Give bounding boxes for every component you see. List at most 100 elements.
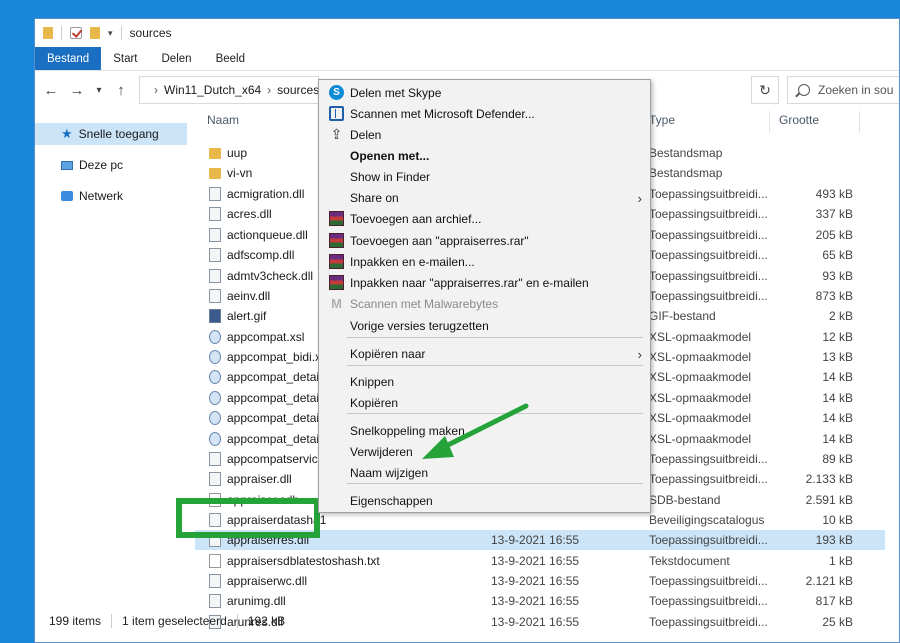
properties-quick-access-icon[interactable]: [70, 27, 82, 39]
dll-file-icon: [209, 452, 221, 466]
menu-separator: [347, 413, 643, 414]
menu-separator: [347, 337, 643, 338]
breadcrumb-separator-icon: ›: [267, 83, 272, 97]
menu-item-delen[interactable]: ⇪ Delen: [319, 124, 650, 145]
file-type: XSL-opmaakmodel: [649, 411, 752, 425]
nav-item-label: Snelle toegang: [78, 127, 159, 141]
file-name: appcompat_detail: [227, 411, 322, 425]
column-header-name[interactable]: Naam: [207, 109, 239, 131]
file-type: Toepassingsuitbreidi...: [649, 207, 768, 221]
forward-arrow-icon[interactable]: →: [67, 82, 87, 99]
address-field[interactable]: › Win11_Dutch_x64 › sources: [139, 76, 319, 104]
file-size: 89 kB: [822, 452, 853, 466]
file-size: 14 kB: [822, 391, 853, 405]
annotation-highlight-box: [176, 498, 320, 538]
chevron-right-icon: ›: [637, 191, 642, 206]
dll-file-icon: [209, 269, 221, 283]
menu-item-vorige-versies-terugzetten[interactable]: Vorige versies terugzetten: [319, 315, 650, 336]
file-type: Tekstdocument: [649, 554, 730, 568]
malwarebytes-icon: M: [331, 296, 342, 311]
file-type: Toepassingsuitbreidi...: [649, 289, 768, 303]
menu-item-label: Knippen: [350, 374, 395, 389]
file-date: 13-9-2021 16:55: [491, 594, 580, 608]
file-row[interactable]: appraiserwc.dll 13-9-2021 16:55 Toepassing…: [195, 571, 885, 591]
xsl-file-icon: [209, 432, 221, 446]
dll-file-icon: [209, 207, 221, 221]
file-type: XSL-opmaakmodel: [649, 391, 752, 405]
file-date: 13-9-2021 16:55: [491, 554, 580, 568]
menu-item-share-on[interactable]: Share on ›: [319, 187, 650, 208]
nav-item-deze-pc[interactable]: Deze pc: [35, 154, 195, 176]
column-header-size[interactable]: Grootte: [779, 109, 819, 131]
file-name: arunimg.dll: [227, 594, 286, 608]
menu-item-snelkoppeling-maken[interactable]: Snelkoppeling maken: [319, 420, 650, 441]
menu-item-label: Toevoegen aan "appraiserres.rar": [350, 233, 529, 248]
column-divider[interactable]: [859, 111, 860, 133]
new-folder-quick-access-icon[interactable]: [90, 27, 100, 39]
file-name: appcompat_detail: [227, 432, 322, 446]
file-name: appraiser.dll: [227, 472, 292, 486]
menu-item-openen-met[interactable]: Openen met...: [319, 145, 650, 166]
file-size: 193 kB: [815, 533, 853, 547]
file-name: appcompat_detail: [227, 391, 322, 405]
menu-item-inpakken-en-e-mailen[interactable]: Inpakken en e-mailen...: [319, 251, 650, 272]
nav-item-netwerk[interactable]: Netwerk: [35, 185, 195, 207]
breadcrumb-separator-icon: ›: [154, 83, 158, 97]
file-name: admtv3check.dll: [227, 269, 314, 283]
winrar-icon: [329, 233, 344, 248]
nav-item-snelle-toegang[interactable]: ★ Snelle toegang: [35, 123, 187, 145]
menu-item-knippen[interactable]: Knippen: [319, 371, 650, 392]
menu-item-kopi-ren-naar[interactable]: Kopiëren naar ›: [319, 343, 650, 364]
file-row[interactable]: appraisersdblatestoshash.txt 13-9-2021 16…: [195, 551, 885, 571]
selection-size: 192 kB: [247, 614, 286, 628]
menu-item-toevoegen-aan-archief[interactable]: Toevoegen aan archief...: [319, 208, 650, 229]
file-type: XSL-opmaakmodel: [649, 432, 752, 446]
file-size: 14 kB: [822, 411, 853, 425]
menu-item-scannen-met-microsoft-defender[interactable]: Scannen met Microsoft Defender...: [319, 103, 650, 124]
title-bar: ▾ sources: [35, 19, 899, 47]
file-size: 493 kB: [815, 187, 853, 201]
file-size: 13 kB: [822, 350, 853, 364]
tab-start[interactable]: Start: [101, 47, 149, 70]
column-header-type[interactable]: Type: [649, 109, 675, 131]
breadcrumb-sources[interactable]: sources: [277, 83, 319, 97]
share-icon: ⇪: [330, 126, 343, 142]
breadcrumb-win11-dutch[interactable]: Win11_Dutch_x64: [164, 83, 261, 97]
winrar-icon: [329, 275, 344, 290]
file-row[interactable]: arunimg.dll 13-9-2021 16:55 Toepassingsuit…: [195, 591, 885, 611]
menu-item-delen-met-skype[interactable]: S Delen met Skype: [319, 82, 650, 103]
menu-item-eigenschappen[interactable]: Eigenschappen: [319, 490, 650, 511]
recent-locations-chevron-icon[interactable]: ▾: [93, 85, 105, 96]
file-name: acres.dll: [227, 207, 272, 221]
menu-item-label: Snelkoppeling maken: [350, 423, 465, 438]
menu-item-verwijderen[interactable]: Verwijderen: [319, 441, 650, 462]
menu-item-kopi-ren[interactable]: Kopiëren: [319, 392, 650, 413]
computer-icon: [61, 160, 73, 170]
menu-item-label: Kopiëren naar: [350, 346, 426, 361]
refresh-icon[interactable]: ↻: [751, 76, 779, 104]
menu-item-label: Vorige versies terugzetten: [350, 318, 489, 333]
menu-item-inpakken-naar-appraiserres-rar-en-e-mailen[interactable]: Inpakken naar "appraiserres.rar" en e-ma…: [319, 272, 650, 293]
back-arrow-icon[interactable]: ←: [41, 82, 61, 99]
file-size: 205 kB: [815, 228, 853, 242]
column-divider[interactable]: [769, 111, 770, 133]
tab-delen[interactable]: Delen: [150, 47, 204, 70]
file-type: Toepassingsuitbreidi...: [649, 533, 768, 547]
menu-item-naam-wijzigen[interactable]: Naam wijzigen: [319, 462, 650, 483]
menu-item-label: Scannen met Malwarebytes: [350, 296, 499, 311]
search-input[interactable]: Zoeken in sou: [787, 76, 899, 104]
file-type: SDB-bestand: [649, 493, 721, 507]
winrar-icon: [329, 254, 344, 269]
menu-item-toevoegen-aan-appraiserres-rar[interactable]: Toevoegen aan "appraiserres.rar": [319, 230, 650, 251]
xsl-file-icon: [209, 391, 221, 405]
txt-file-icon: [209, 554, 221, 568]
customize-toolbar-icon[interactable]: ▾: [108, 28, 113, 39]
status-bar: 199 items 1 item geselecteerd 192 kB: [35, 610, 899, 632]
menu-item-label: Naam wijzigen: [350, 465, 429, 480]
item-count: 199 items: [49, 614, 113, 628]
tab-bestand[interactable]: Bestand: [35, 47, 102, 70]
menu-item-show-in-finder[interactable]: Show in Finder: [319, 166, 650, 187]
folder-file-icon: [209, 148, 221, 159]
tab-beeld[interactable]: Beeld: [204, 47, 257, 70]
up-arrow-icon[interactable]: ↑: [111, 82, 131, 99]
